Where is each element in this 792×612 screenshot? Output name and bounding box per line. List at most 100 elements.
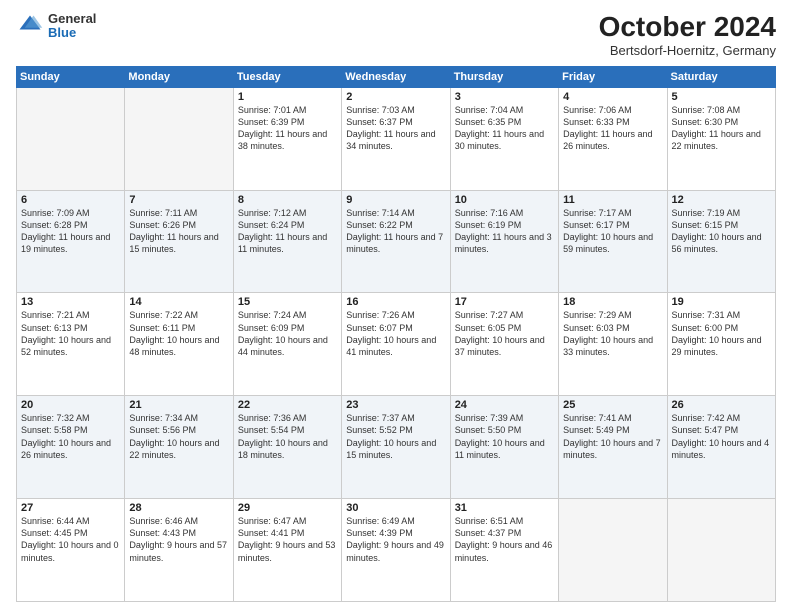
title-block: October 2024 Bertsdorf-Hoernitz, Germany xyxy=(599,12,776,58)
col-sunday: Sunday xyxy=(17,66,125,87)
day-detail: Sunrise: 7:14 AMSunset: 6:22 PMDaylight:… xyxy=(346,207,445,256)
calendar-subtitle: Bertsdorf-Hoernitz, Germany xyxy=(599,43,776,58)
day-detail: Sunrise: 7:09 AMSunset: 6:28 PMDaylight:… xyxy=(21,207,120,256)
day-detail: Sunrise: 7:16 AMSunset: 6:19 PMDaylight:… xyxy=(455,207,554,256)
col-wednesday: Wednesday xyxy=(342,66,450,87)
table-row: 27Sunrise: 6:44 AMSunset: 4:45 PMDayligh… xyxy=(17,499,125,602)
day-number: 16 xyxy=(346,296,445,308)
day-detail: Sunrise: 7:12 AMSunset: 6:24 PMDaylight:… xyxy=(238,207,337,256)
table-row: 11Sunrise: 7:17 AMSunset: 6:17 PMDayligh… xyxy=(559,190,667,293)
day-detail: Sunrise: 7:04 AMSunset: 6:35 PMDaylight:… xyxy=(455,104,554,153)
header: General Blue October 2024 Bertsdorf-Hoer… xyxy=(16,12,776,58)
day-detail: Sunrise: 7:32 AMSunset: 5:58 PMDaylight:… xyxy=(21,412,120,461)
table-row: 21Sunrise: 7:34 AMSunset: 5:56 PMDayligh… xyxy=(125,396,233,499)
table-row: 15Sunrise: 7:24 AMSunset: 6:09 PMDayligh… xyxy=(233,293,341,396)
calendar-week-row: 1Sunrise: 7:01 AMSunset: 6:39 PMDaylight… xyxy=(17,87,776,190)
table-row: 23Sunrise: 7:37 AMSunset: 5:52 PMDayligh… xyxy=(342,396,450,499)
table-row: 19Sunrise: 7:31 AMSunset: 6:00 PMDayligh… xyxy=(667,293,775,396)
logo: General Blue xyxy=(16,12,96,41)
page: General Blue October 2024 Bertsdorf-Hoer… xyxy=(0,0,792,612)
table-row: 24Sunrise: 7:39 AMSunset: 5:50 PMDayligh… xyxy=(450,396,558,499)
logo-general: General xyxy=(48,12,96,26)
day-number: 22 xyxy=(238,399,337,411)
day-detail: Sunrise: 7:29 AMSunset: 6:03 PMDaylight:… xyxy=(563,309,662,358)
table-row: 16Sunrise: 7:26 AMSunset: 6:07 PMDayligh… xyxy=(342,293,450,396)
col-monday: Monday xyxy=(125,66,233,87)
table-row: 7Sunrise: 7:11 AMSunset: 6:26 PMDaylight… xyxy=(125,190,233,293)
table-row: 5Sunrise: 7:08 AMSunset: 6:30 PMDaylight… xyxy=(667,87,775,190)
table-row: 2Sunrise: 7:03 AMSunset: 6:37 PMDaylight… xyxy=(342,87,450,190)
day-detail: Sunrise: 6:49 AMSunset: 4:39 PMDaylight:… xyxy=(346,515,445,564)
day-number: 10 xyxy=(455,194,554,206)
logo-icon xyxy=(16,12,44,40)
table-row: 1Sunrise: 7:01 AMSunset: 6:39 PMDaylight… xyxy=(233,87,341,190)
table-row: 13Sunrise: 7:21 AMSunset: 6:13 PMDayligh… xyxy=(17,293,125,396)
day-number: 17 xyxy=(455,296,554,308)
day-detail: Sunrise: 6:44 AMSunset: 4:45 PMDaylight:… xyxy=(21,515,120,564)
calendar-week-row: 6Sunrise: 7:09 AMSunset: 6:28 PMDaylight… xyxy=(17,190,776,293)
day-detail: Sunrise: 7:37 AMSunset: 5:52 PMDaylight:… xyxy=(346,412,445,461)
table-row: 17Sunrise: 7:27 AMSunset: 6:05 PMDayligh… xyxy=(450,293,558,396)
table-row: 31Sunrise: 6:51 AMSunset: 4:37 PMDayligh… xyxy=(450,499,558,602)
day-detail: Sunrise: 6:47 AMSunset: 4:41 PMDaylight:… xyxy=(238,515,337,564)
day-number: 13 xyxy=(21,296,120,308)
day-number: 24 xyxy=(455,399,554,411)
logo-blue: Blue xyxy=(48,26,96,40)
day-detail: Sunrise: 7:08 AMSunset: 6:30 PMDaylight:… xyxy=(672,104,771,153)
table-row: 20Sunrise: 7:32 AMSunset: 5:58 PMDayligh… xyxy=(17,396,125,499)
day-detail: Sunrise: 7:21 AMSunset: 6:13 PMDaylight:… xyxy=(21,309,120,358)
day-detail: Sunrise: 7:31 AMSunset: 6:00 PMDaylight:… xyxy=(672,309,771,358)
day-number: 15 xyxy=(238,296,337,308)
table-row: 6Sunrise: 7:09 AMSunset: 6:28 PMDaylight… xyxy=(17,190,125,293)
day-detail: Sunrise: 6:51 AMSunset: 4:37 PMDaylight:… xyxy=(455,515,554,564)
day-detail: Sunrise: 7:19 AMSunset: 6:15 PMDaylight:… xyxy=(672,207,771,256)
day-number: 1 xyxy=(238,91,337,103)
calendar-week-row: 27Sunrise: 6:44 AMSunset: 4:45 PMDayligh… xyxy=(17,499,776,602)
day-detail: Sunrise: 7:17 AMSunset: 6:17 PMDaylight:… xyxy=(563,207,662,256)
day-detail: Sunrise: 7:26 AMSunset: 6:07 PMDaylight:… xyxy=(346,309,445,358)
calendar-header-row: Sunday Monday Tuesday Wednesday Thursday… xyxy=(17,66,776,87)
table-row: 14Sunrise: 7:22 AMSunset: 6:11 PMDayligh… xyxy=(125,293,233,396)
col-tuesday: Tuesday xyxy=(233,66,341,87)
col-thursday: Thursday xyxy=(450,66,558,87)
day-detail: Sunrise: 7:11 AMSunset: 6:26 PMDaylight:… xyxy=(129,207,228,256)
day-number: 2 xyxy=(346,91,445,103)
day-detail: Sunrise: 7:42 AMSunset: 5:47 PMDaylight:… xyxy=(672,412,771,461)
day-detail: Sunrise: 7:01 AMSunset: 6:39 PMDaylight:… xyxy=(238,104,337,153)
table-row: 25Sunrise: 7:41 AMSunset: 5:49 PMDayligh… xyxy=(559,396,667,499)
day-number: 27 xyxy=(21,502,120,514)
day-number: 4 xyxy=(563,91,662,103)
col-friday: Friday xyxy=(559,66,667,87)
day-number: 5 xyxy=(672,91,771,103)
day-number: 28 xyxy=(129,502,228,514)
day-detail: Sunrise: 7:03 AMSunset: 6:37 PMDaylight:… xyxy=(346,104,445,153)
day-number: 25 xyxy=(563,399,662,411)
day-number: 29 xyxy=(238,502,337,514)
day-number: 8 xyxy=(238,194,337,206)
table-row: 30Sunrise: 6:49 AMSunset: 4:39 PMDayligh… xyxy=(342,499,450,602)
day-number: 7 xyxy=(129,194,228,206)
table-row: 18Sunrise: 7:29 AMSunset: 6:03 PMDayligh… xyxy=(559,293,667,396)
table-row: 4Sunrise: 7:06 AMSunset: 6:33 PMDaylight… xyxy=(559,87,667,190)
day-number: 11 xyxy=(563,194,662,206)
table-row: 8Sunrise: 7:12 AMSunset: 6:24 PMDaylight… xyxy=(233,190,341,293)
day-number: 23 xyxy=(346,399,445,411)
day-detail: Sunrise: 7:27 AMSunset: 6:05 PMDaylight:… xyxy=(455,309,554,358)
table-row xyxy=(667,499,775,602)
table-row xyxy=(125,87,233,190)
calendar-week-row: 20Sunrise: 7:32 AMSunset: 5:58 PMDayligh… xyxy=(17,396,776,499)
table-row: 29Sunrise: 6:47 AMSunset: 4:41 PMDayligh… xyxy=(233,499,341,602)
logo-text: General Blue xyxy=(48,12,96,41)
table-row: 3Sunrise: 7:04 AMSunset: 6:35 PMDaylight… xyxy=(450,87,558,190)
day-number: 19 xyxy=(672,296,771,308)
day-detail: Sunrise: 7:41 AMSunset: 5:49 PMDaylight:… xyxy=(563,412,662,461)
day-detail: Sunrise: 6:46 AMSunset: 4:43 PMDaylight:… xyxy=(129,515,228,564)
day-detail: Sunrise: 7:39 AMSunset: 5:50 PMDaylight:… xyxy=(455,412,554,461)
day-number: 26 xyxy=(672,399,771,411)
day-number: 31 xyxy=(455,502,554,514)
calendar-table: Sunday Monday Tuesday Wednesday Thursday… xyxy=(16,66,776,602)
day-number: 14 xyxy=(129,296,228,308)
day-number: 18 xyxy=(563,296,662,308)
table-row: 26Sunrise: 7:42 AMSunset: 5:47 PMDayligh… xyxy=(667,396,775,499)
table-row: 28Sunrise: 6:46 AMSunset: 4:43 PMDayligh… xyxy=(125,499,233,602)
